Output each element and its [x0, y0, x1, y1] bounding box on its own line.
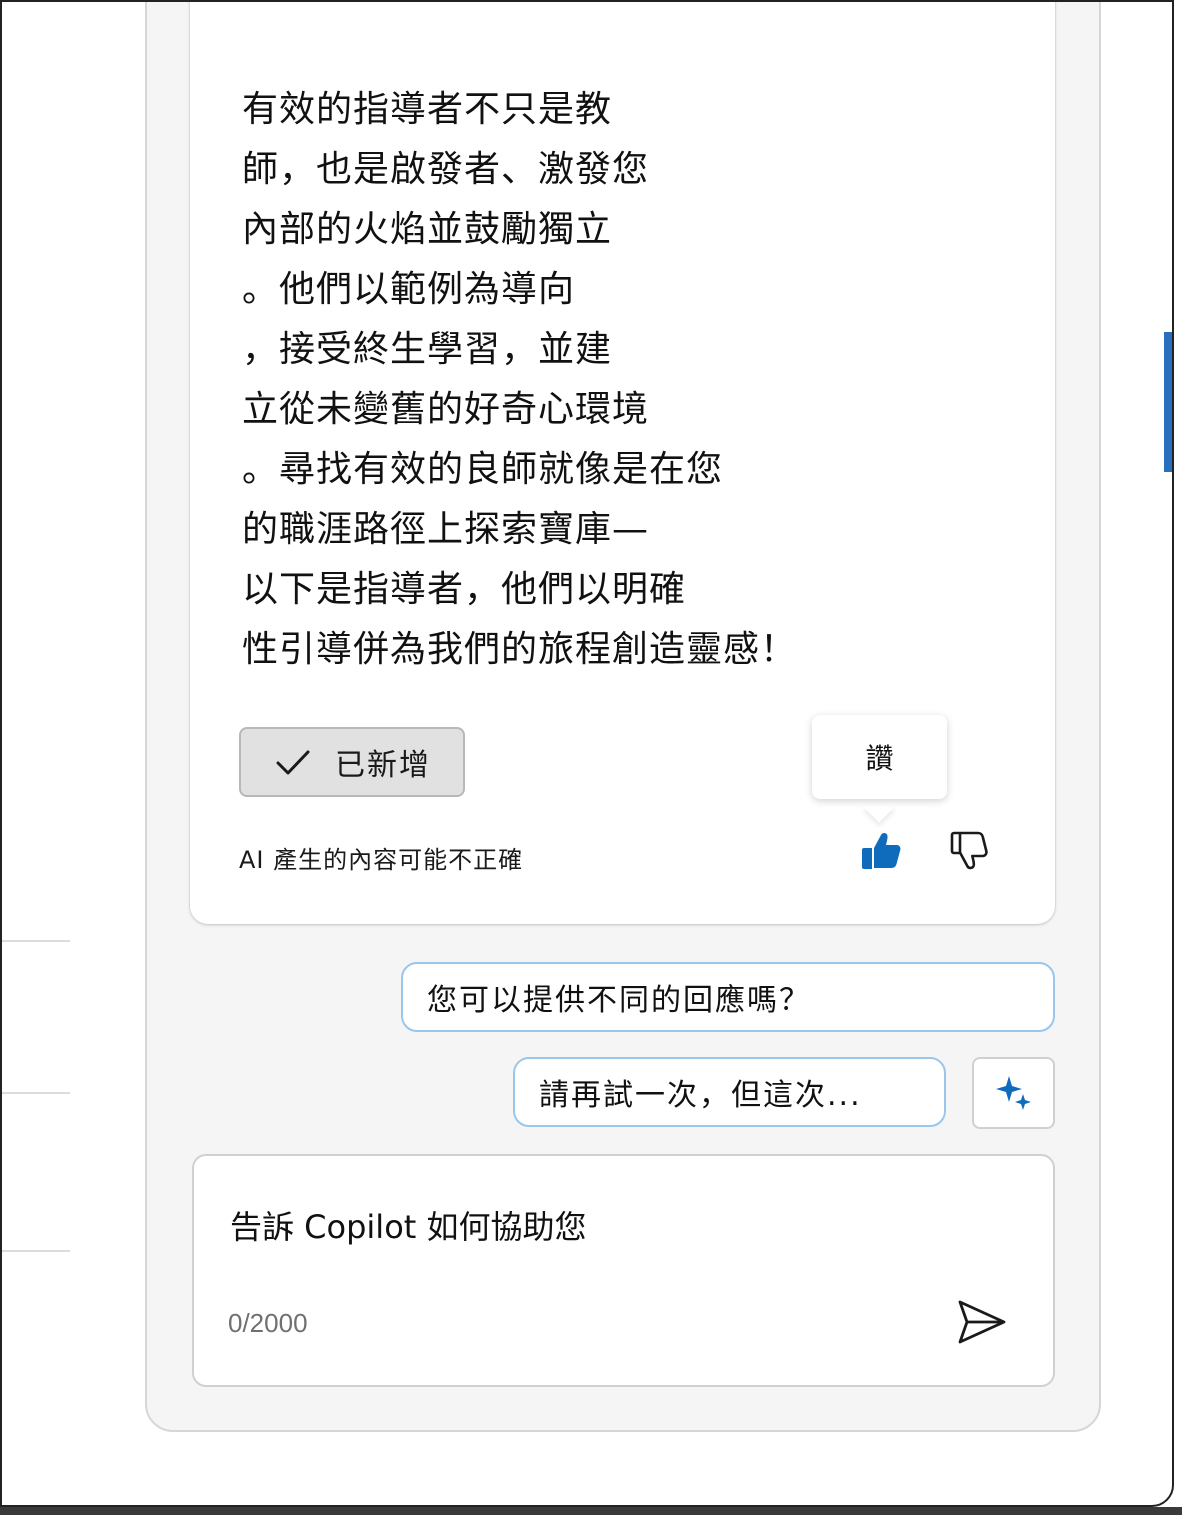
message-composer: 0/2000	[192, 1154, 1055, 1387]
prompt-input[interactable]	[230, 1202, 990, 1252]
response-line: 師，也是啟發者、激發您	[242, 149, 650, 190]
background-divider	[2, 1092, 70, 1094]
check-icon	[276, 750, 310, 775]
background-divider	[2, 940, 70, 942]
response-line: 有效的指導者不只是教	[242, 89, 613, 130]
added-button-label: 已新增	[335, 748, 431, 783]
prompt-suggestions-button[interactable]	[972, 1057, 1055, 1129]
background-app-edge	[1164, 332, 1172, 472]
response-line: 以下是指導者，他們以明確	[242, 569, 687, 610]
response-line: ，接受終生學習，並建	[242, 329, 613, 370]
like-tooltip: 讚	[812, 715, 947, 799]
response-text: 有效的指導者不只是教 師，也是啟發者、激發您 內部的火焰並鼓勵獨立 。他們以範例…	[242, 80, 882, 680]
added-button[interactable]: 已新增	[239, 727, 465, 797]
app-window: 有效的指導者不只是教 師，也是啟發者、激發您 內部的火焰並鼓勵獨立 。他們以範例…	[0, 0, 1174, 1507]
response-line: 。尋找有效的良師就像是在您	[242, 449, 724, 490]
response-line: 內部的火焰並鼓勵獨立	[242, 209, 613, 250]
suggestion-chip[interactable]: 您可以提供不同的回應嗎？	[401, 962, 1055, 1032]
send-icon[interactable]	[956, 1296, 1008, 1348]
ai-disclaimer: AI 產生的內容可能不正確	[239, 846, 524, 874]
response-line: 的職涯路徑上探索寶庫—	[242, 509, 650, 550]
thumbs-down-icon[interactable]	[946, 827, 994, 875]
response-line: 立從未變舊的好奇心環境	[242, 389, 650, 430]
suggestion-chip[interactable]: 請再試一次，但這次...	[513, 1057, 946, 1127]
response-line: 。他們以範例為導向	[242, 269, 576, 310]
background-divider	[2, 1250, 70, 1252]
character-count: 0/2000	[228, 1308, 308, 1338]
sparkle-icon	[995, 1076, 1031, 1110]
thumbs-up-icon[interactable]	[858, 827, 906, 875]
response-line: 性引導併為我們的旅程創造靈感！	[242, 629, 798, 670]
taskbar-edge	[0, 1507, 1182, 1515]
